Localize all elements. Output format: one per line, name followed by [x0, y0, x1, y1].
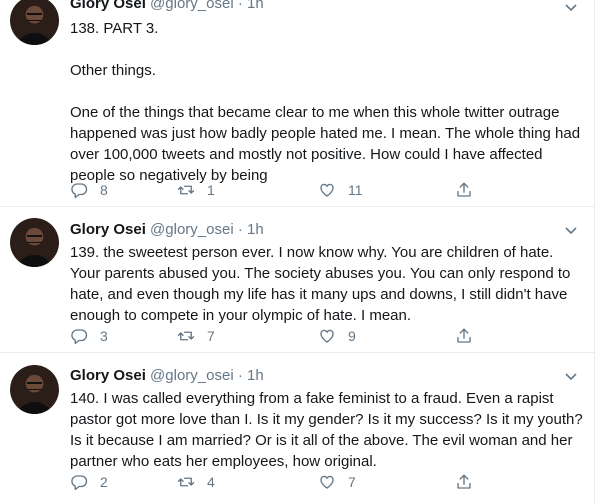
heart-icon — [320, 329, 334, 343]
author-handle[interactable]: @glory_osei — [150, 0, 234, 12]
tweet-text-line: Your parents abused you. The society abu… — [70, 265, 571, 282]
tweet-header: Glory Osei @glory_osei · 1h — [70, 0, 264, 12]
chevron-down-icon[interactable] — [564, 1, 578, 15]
timeline-border — [594, 0, 595, 504]
retweet-count: 7 — [207, 328, 215, 344]
share-button[interactable] — [455, 471, 485, 493]
like-button[interactable]: 7 — [318, 471, 356, 493]
tweet[interactable]: Glory Osei @glory_osei · 1h 139. the swe… — [0, 207, 594, 352]
tweet-text-line: Other things. — [70, 62, 156, 79]
share-button[interactable] — [455, 179, 485, 201]
reply-count: 3 — [100, 328, 108, 344]
author-name[interactable]: Glory Osei — [70, 221, 146, 238]
like-button[interactable]: 9 — [318, 325, 356, 347]
author-name[interactable]: Glory Osei — [70, 0, 146, 12]
retweet-icon — [177, 331, 195, 341]
share-button[interactable] — [455, 325, 485, 347]
reply-button[interactable]: 3 — [70, 325, 108, 347]
reply-icon — [71, 183, 88, 199]
tweet[interactable]: Glory Osei @glory_osei · 1h 138. PART 3.… — [0, 0, 594, 205]
author-handle[interactable]: @glory_osei — [150, 221, 234, 238]
reply-button[interactable]: 2 — [70, 471, 108, 493]
retweet-button[interactable]: 7 — [177, 325, 215, 347]
reply-icon — [71, 329, 88, 345]
tweet-text-line — [70, 81, 585, 102]
tweet[interactable]: Glory Osei @glory_osei · 1h 140. I was c… — [0, 353, 594, 504]
tweet-text-line: 139. the sweetest person ever. I now kno… — [70, 244, 554, 261]
tweet-text-line: Is it because I am married? Or is it all… — [70, 432, 573, 449]
reply-count: 2 — [100, 474, 108, 490]
heart-icon — [320, 183, 334, 197]
retweet-button[interactable]: 1 — [177, 179, 215, 201]
avatar[interactable] — [10, 365, 59, 414]
author-handle[interactable]: @glory_osei — [150, 367, 234, 384]
author-name[interactable]: Glory Osei — [70, 367, 146, 384]
tweet-actions: 8 1 11 — [70, 179, 490, 201]
like-button[interactable]: 11 — [318, 179, 363, 201]
share-icon — [457, 474, 471, 489]
tweet-text: 139. the sweetest person ever. I now kno… — [70, 242, 585, 326]
tweet-text-line: partner who eats her employees, how orig… — [70, 453, 377, 470]
reply-count: 8 — [100, 182, 108, 198]
tweet-text: 138. PART 3. Other things. One of the th… — [70, 18, 585, 186]
tweet-time[interactable]: · 1h — [238, 367, 264, 384]
share-icon — [457, 328, 471, 343]
tweet-text-line: pastor got more love than I. Is it my ge… — [70, 411, 583, 428]
retweet-count: 1 — [207, 182, 215, 198]
like-count: 9 — [348, 328, 356, 344]
retweet-icon — [177, 477, 195, 487]
retweet-icon — [177, 185, 195, 195]
reply-button[interactable]: 8 — [70, 179, 108, 201]
like-count: 11 — [348, 182, 363, 198]
like-count: 7 — [348, 474, 356, 490]
avatar[interactable] — [10, 0, 59, 45]
tweet-actions: 3 7 9 — [70, 325, 490, 347]
tweet-text-line: enough to compete in your olympic of hat… — [70, 307, 412, 324]
tweet-time[interactable]: · 1h — [238, 221, 264, 238]
tweet-text-line: One of the things that became clear to m… — [70, 104, 560, 121]
tweet-header: Glory Osei @glory_osei · 1h — [70, 221, 264, 238]
chevron-down-icon[interactable] — [564, 224, 578, 238]
tweet-text: 140. I was called everything from a fake… — [70, 388, 585, 472]
retweet-button[interactable]: 4 — [177, 471, 215, 493]
tweet-text-line: over 100,000 tweets and mostly not posit… — [70, 146, 543, 163]
avatar[interactable] — [10, 218, 59, 267]
heart-icon — [320, 475, 334, 489]
share-icon — [457, 182, 471, 197]
chevron-down-icon[interactable] — [564, 370, 578, 384]
tweet-text-line: happened was just how badly people hated… — [70, 125, 581, 142]
tweet-actions: 2 4 7 — [70, 471, 490, 493]
tweet-text-line: 138. PART 3. — [70, 20, 159, 37]
retweet-count: 4 — [207, 474, 215, 490]
reply-icon — [71, 475, 88, 491]
tweet-text-line — [70, 39, 585, 60]
tweet-text-line: hate, and even though my life has it man… — [70, 286, 568, 303]
tweet-time[interactable]: · 1h — [238, 0, 264, 12]
tweet-text-line: 140. I was called everything from a fake… — [70, 390, 554, 407]
tweet-header: Glory Osei @glory_osei · 1h — [70, 367, 264, 384]
